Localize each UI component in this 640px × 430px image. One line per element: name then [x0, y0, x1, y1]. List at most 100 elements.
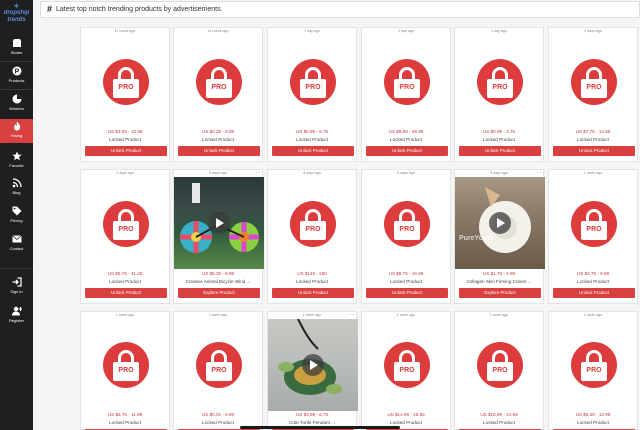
posted-time: 6 days ago [303, 171, 321, 175]
product-name: Locked Product [390, 279, 422, 284]
product-card[interactable]: 1 week ago PRO US $6.35 - 13.99 Locked Prod… [548, 311, 638, 430]
sidebar-item-blog[interactable]: Blog [0, 176, 33, 200]
pro-lock-badge: PRO [290, 59, 336, 105]
product-video-thumbnail[interactable]: PureYouth [455, 177, 545, 269]
explore-product-button[interactable]: Explore Product [459, 288, 541, 298]
pro-label: PRO [305, 84, 321, 91]
product-video-thumbnail[interactable] [268, 319, 358, 411]
play-button[interactable] [302, 354, 324, 376]
sidebar-item-products[interactable]: P Products [0, 64, 33, 88]
brand-logo[interactable]: ✦ dropship trends [1, 2, 32, 28]
unlock-product-button[interactable]: Unlock Product [366, 288, 448, 298]
product-name: Locked Product [296, 279, 328, 284]
sidebar-item-register[interactable]: Register [0, 304, 33, 328]
price-range: US $0.25 - 8.99 [201, 129, 235, 134]
price-range: US $8.99 - 39.99 [388, 129, 424, 134]
product-card[interactable]: 1 day ago PRO US $0.89 - 8.79 Locked Produc… [267, 27, 357, 162]
sidebar-item-sign-in[interactable]: Sign in [0, 275, 33, 299]
product-card[interactable]: 1 week ago ··· US $3.99 - 6.75 Cute Turtle … [267, 311, 358, 430]
lock-icon: PRO [394, 221, 420, 240]
sidebar-item-rising[interactable]: Rising [0, 119, 33, 143]
sidebar-item-label: Products [8, 78, 25, 83]
sidebar-item-label: Pricing [10, 218, 23, 223]
product-card[interactable]: 6 days ago PRO US $145 - 250 Locked Product… [267, 169, 357, 304]
home-indicator[interactable] [240, 426, 400, 429]
pro-lock-badge: PRO [103, 59, 149, 105]
sidebar-item-pricing[interactable]: Pricing [0, 204, 33, 228]
unlock-product-button[interactable]: Unlock Product [272, 146, 354, 156]
unlock-product-button[interactable]: Unlock Product [459, 146, 541, 156]
price-range: US $6.75 - 11.99 [107, 412, 143, 417]
product-card[interactable]: 1 week ago PRO US $2.75 - 9.99 Locked Produ… [548, 169, 638, 304]
product-card[interactable]: 1 week ago PRO US $14.99 - 25.95 Locked Pro… [361, 311, 451, 430]
unlock-product-button[interactable]: Unlock Product [553, 146, 635, 156]
store-icon [12, 39, 21, 47]
divider [0, 89, 33, 90]
pro-lock-badge: PRO [290, 201, 336, 247]
sidebar-item-label: Sign in [10, 289, 23, 294]
lock-icon: PRO [113, 221, 139, 240]
sidebar-item-favorite[interactable]: Favorite [0, 149, 33, 173]
more-options-icon[interactable]: ··· [350, 312, 354, 318]
pro-lock-badge: PRO [477, 59, 523, 105]
lock-icon: PRO [581, 362, 607, 381]
lock-icon: PRO [206, 79, 232, 98]
pro-lock-badge: PRO [103, 342, 149, 388]
product-video-thumbnail[interactable] [174, 177, 264, 269]
product-card[interactable]: 1 week ago PRO US $0.01 - 6.99 Locked Produ… [173, 311, 263, 430]
price-range: US $3.99 - 6.75 [295, 412, 329, 417]
sidebar-item-stores[interactable]: Stores [0, 36, 33, 60]
product-card[interactable]: 1 day ago PRO US $0.99 - 4.75 Locked Produc… [454, 27, 544, 162]
product-card[interactable]: 2 days ago PRO US $7.75 - 14.95 Locked Prod… [548, 27, 638, 162]
product-card[interactable]: 5 days ago ··· US $5.35 - 8.99 Creative Ani… [173, 169, 264, 304]
unlock-product-button[interactable]: Unlock Product [272, 288, 354, 298]
sidebar-item-winners[interactable]: Winners [0, 92, 33, 116]
banner-text: Latest top notch trending products by ad… [56, 6, 223, 13]
sidebar-item-label: Stores [10, 50, 23, 55]
lock-icon: PRO [300, 79, 326, 98]
play-button[interactable] [489, 212, 511, 234]
lock-icon: PRO [206, 362, 232, 381]
pro-label: PRO [492, 84, 508, 91]
product-card[interactable]: 6 days ago ··· PureYouth US $1.75 - 4.99 Col… [454, 169, 545, 304]
posted-time: 1 week ago [583, 171, 603, 175]
add-user-icon [11, 306, 22, 316]
sidebar-item-contact[interactable]: Contact [0, 232, 33, 256]
product-name: Locked Product [483, 420, 515, 425]
price-range: US $8.75 - 16.99 [388, 271, 424, 276]
unlock-product-button[interactable]: Unlock Product [366, 146, 448, 156]
product-card[interactable]: 1 day ago PRO US $8.99 - 39.99 Locked Produ… [361, 27, 451, 162]
product-card[interactable]: 1 week ago PRO US $15.99 - 21.99 Locked Pro… [454, 311, 544, 430]
hashtag-icon: # [47, 4, 53, 14]
pro-label: PRO [586, 367, 602, 374]
lock-icon: PRO [113, 362, 139, 381]
star-icon [11, 151, 22, 161]
unlock-product-button[interactable]: Unlock Product [85, 146, 167, 156]
pro-label: PRO [211, 84, 227, 91]
product-name: Locked Product [577, 420, 609, 425]
lock-icon: PRO [487, 79, 513, 98]
explore-product-button[interactable]: Explore Product [178, 288, 260, 298]
pro-lock-badge: PRO [384, 59, 430, 105]
product-name: Creative Animal Bicycle Wind ... [185, 279, 251, 284]
unlock-product-button[interactable]: Unlock Product [553, 288, 635, 298]
price-range: US $8.75 - 31.25 [107, 271, 143, 276]
product-card[interactable]: 1 week ago PRO US $6.75 - 11.99 Locked Prod… [80, 311, 170, 430]
rss-icon [12, 178, 22, 188]
more-options-icon[interactable]: ··· [256, 170, 260, 176]
unlock-product-button[interactable]: Unlock Product [85, 288, 167, 298]
product-card[interactable]: 3 days ago PRO US $8.75 - 31.25 Locked Prod… [80, 169, 170, 304]
brand-name: dropship trends [3, 10, 30, 23]
lock-icon: PRO [300, 221, 326, 240]
product-card[interactable]: 14 hours ago PRO US $0.25 - 8.99 Locked Pro… [173, 27, 263, 162]
pro-lock-badge: PRO [477, 342, 523, 388]
unlock-product-button[interactable]: Unlock Product [178, 146, 260, 156]
play-button[interactable] [208, 212, 230, 234]
product-card[interactable]: 6 days ago PRO US $8.75 - 16.99 Locked Prod… [361, 169, 451, 304]
more-options-icon[interactable]: ··· [537, 170, 541, 176]
pro-label: PRO [399, 367, 415, 374]
sidebar-item-label: Contact [9, 246, 24, 251]
product-card[interactable]: 11 hours ago PRO US $3.99 - 13.99 Locked Pr… [80, 27, 170, 162]
posted-time: 1 week ago [583, 313, 603, 317]
product-name: Locked Product [202, 137, 234, 142]
